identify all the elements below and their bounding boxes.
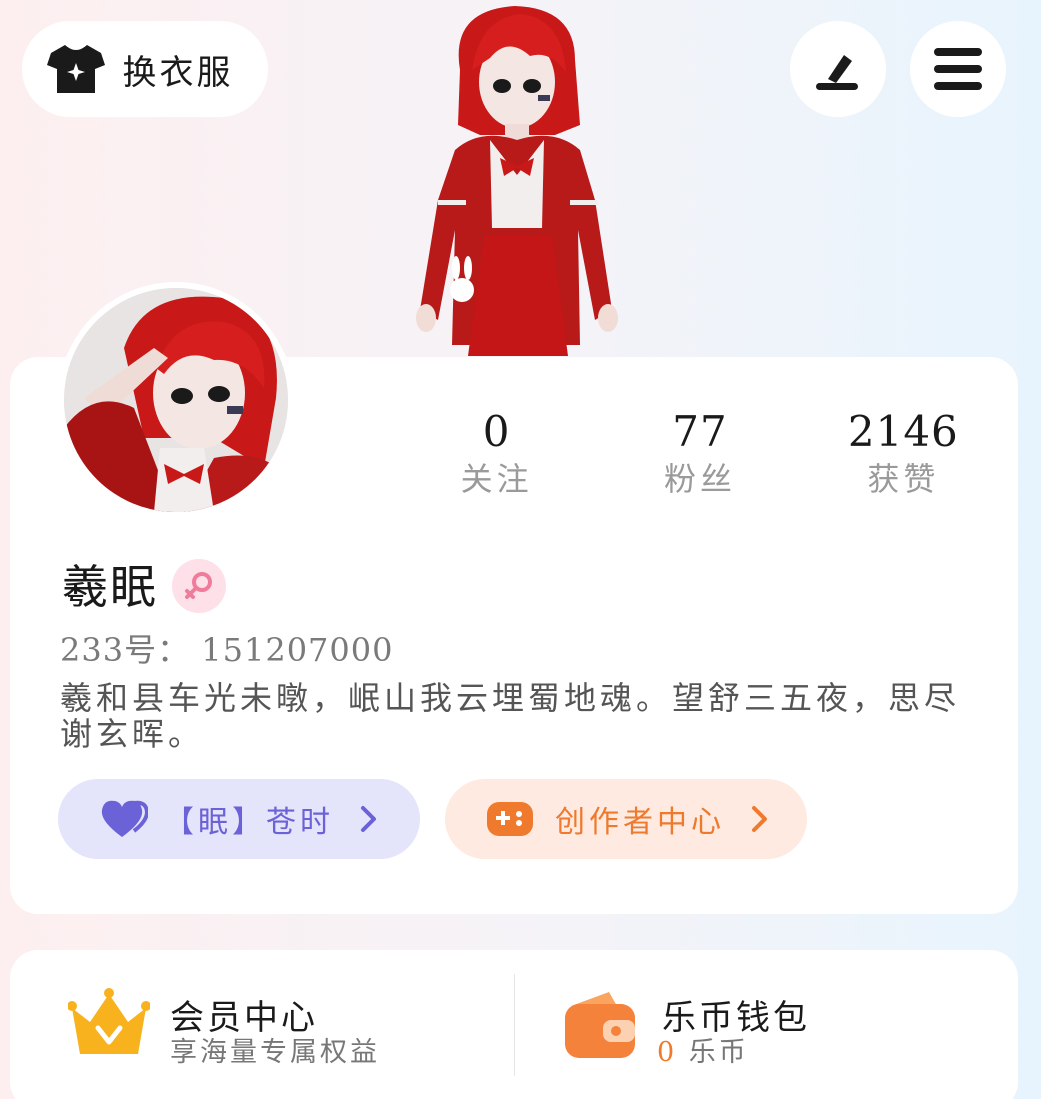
stat-likes[interactable]: 2146 获赞	[802, 410, 1005, 504]
likes-count: 2146	[847, 407, 959, 456]
pen-icon	[816, 55, 858, 90]
stat-following[interactable]: 0 关注	[395, 410, 598, 504]
wallet-balance-unit: 乐币	[688, 1037, 749, 1068]
hamburger-menu-icon	[934, 48, 982, 90]
change-outfit-button[interactable]: 换衣服	[22, 21, 268, 117]
chevron-right-icon	[361, 806, 376, 832]
likes-label: 获赞	[867, 460, 940, 498]
wallet-icon[interactable]	[563, 990, 637, 1060]
user-id: 233号： 151207000	[60, 631, 394, 669]
gender-badge	[172, 559, 226, 613]
stats-row: 0 关注 77 粉丝 2146 获赞	[395, 410, 1005, 504]
creator-center-button[interactable]: 创作者中心	[445, 779, 807, 859]
followers-count: 77	[672, 407, 728, 456]
following-label: 关注	[460, 460, 533, 498]
avatar-image	[64, 288, 288, 512]
crown-icon[interactable]	[68, 988, 150, 1060]
heart-icon	[101, 800, 148, 837]
bio-text: 羲和县车光未暾，岷山我云埋蜀地魂。望舒三五夜，思尽谢玄晖。	[60, 679, 961, 753]
tshirt-icon	[46, 45, 105, 93]
wallet-balance: 0 乐币	[657, 1030, 749, 1069]
vip-center-subtitle: 享海量专属权益	[170, 1037, 380, 1068]
avatar[interactable]	[58, 282, 294, 518]
following-count: 0	[482, 407, 511, 456]
chevron-right-icon	[752, 806, 767, 832]
services-divider	[514, 974, 515, 1076]
character-figure[interactable]	[380, 0, 650, 360]
creator-center-label: 创作者中心	[555, 805, 725, 840]
group-tag-label: 【眠】苍时	[164, 805, 334, 840]
group-tag-button[interactable]: 【眠】苍时	[58, 779, 420, 859]
followers-label: 粉丝	[663, 460, 736, 498]
stat-followers[interactable]: 77 粉丝	[598, 410, 801, 504]
wallet-balance-value: 0	[657, 1037, 678, 1068]
username: 羲眠	[62, 560, 158, 614]
gamepad-icon	[487, 802, 533, 836]
female-symbol-icon	[185, 572, 212, 599]
edit-profile-button[interactable]	[790, 21, 886, 117]
change-outfit-label: 换衣服	[122, 52, 234, 93]
menu-button[interactable]	[910, 21, 1006, 117]
